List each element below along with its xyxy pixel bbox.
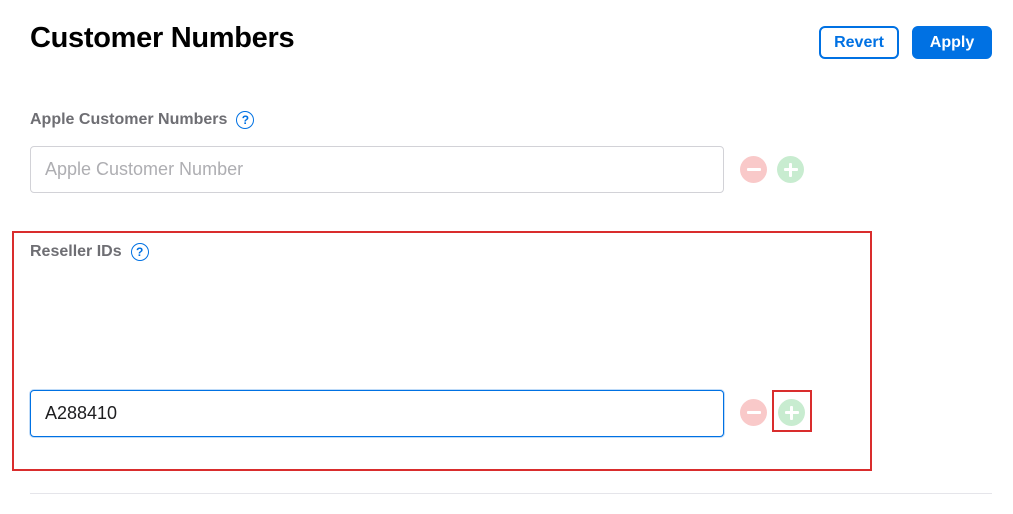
revert-button[interactable]: Revert [819,26,899,59]
page-title: Customer Numbers [30,22,295,54]
apple-customer-numbers-label-row: Apple Customer Numbers ? [30,111,255,129]
minus-circle-icon [746,411,761,414]
remove-reseller-id-button[interactable] [740,399,767,426]
minus-circle-icon [746,168,761,171]
question-circle-icon[interactable]: ? [236,111,255,129]
reseller-ids-label: Reseller IDs [30,243,122,260]
reseller-id-input[interactable] [30,390,724,437]
apply-button[interactable]: Apply [912,26,992,59]
section-divider [30,493,992,494]
apple-customer-number-input[interactable] [30,146,724,193]
remove-apple-customer-number-button[interactable] [740,156,767,183]
reseller-ids-label-row: Reseller IDs ? [30,243,149,261]
apple-customer-numbers-label: Apple Customer Numbers [30,111,228,128]
question-circle-icon[interactable]: ? [130,243,149,261]
add-apple-customer-number-button[interactable] [777,156,804,183]
add-reseller-id-button[interactable] [778,399,805,426]
